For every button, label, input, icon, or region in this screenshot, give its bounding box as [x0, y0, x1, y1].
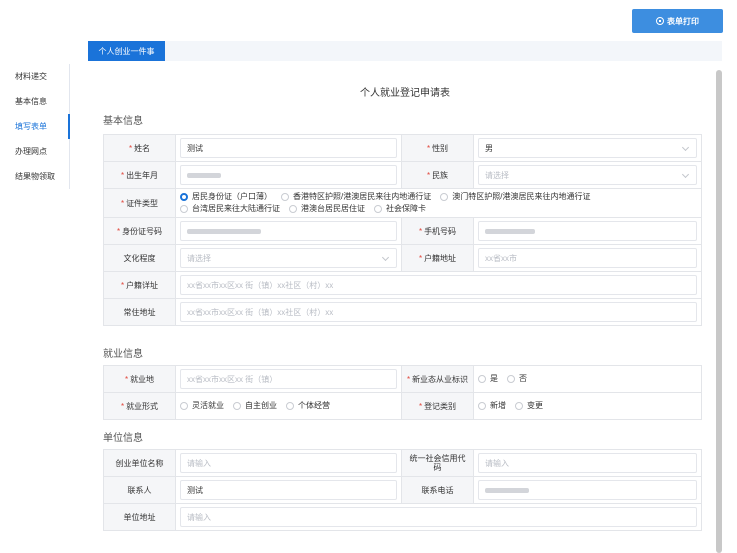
sidebar-item-result-pickup[interactable]: 结果物领取	[0, 164, 70, 189]
label-contact-phone: 联系电话	[421, 485, 454, 495]
radio-change[interactable]: 变更	[515, 400, 543, 412]
print-form-label: 表单打印	[667, 16, 699, 26]
tab-personal-startup[interactable]: 个人创业一件事	[88, 41, 165, 61]
label-unit-name: 创业单位名称	[115, 458, 164, 468]
print-icon	[656, 17, 664, 25]
reg-type-radio-group: 新增 变更	[478, 400, 697, 412]
label-household-detail: 户籍详址	[126, 280, 159, 290]
print-form-button[interactable]: 表单打印	[632, 9, 723, 33]
radio-id-social-card[interactable]: 社会保障卡	[374, 203, 426, 215]
credit-code-input[interactable]: 请输入	[478, 453, 697, 473]
household-addr-input[interactable]: xx省xx市	[478, 248, 697, 268]
gender-select[interactable]: 男	[478, 138, 697, 158]
label-work-place: 就业地	[130, 374, 155, 384]
label-residence: 常住地址	[123, 307, 156, 317]
label-phone: 手机号码	[424, 226, 457, 236]
education-select[interactable]: 请选择	[180, 248, 397, 268]
sidebar-item-service-points[interactable]: 办理网点	[0, 139, 70, 164]
radio-id-residence-permit[interactable]: 港澳台居民居住证	[289, 203, 365, 215]
radio-new[interactable]: 新增	[478, 400, 506, 412]
chevron-down-icon	[681, 143, 690, 152]
household-detail-input[interactable]: xx省xx市xx区xx 街（镇）xx社区（村）xx	[180, 275, 697, 295]
label-name: 姓名	[134, 143, 151, 153]
tab-bar	[88, 41, 722, 61]
name-input[interactable]: 测试	[180, 138, 397, 158]
redacted-birth	[187, 172, 221, 178]
radio-no[interactable]: 否	[507, 373, 527, 385]
label-birth: 出生年月	[126, 170, 159, 180]
radio-id-taiwan[interactable]: 台湾居民来往大陆通行证	[180, 203, 280, 215]
redacted-contact-phone	[485, 487, 529, 493]
education-placeholder: 请选择	[187, 253, 211, 263]
gender-value: 男	[485, 143, 493, 153]
ethnicity-placeholder: 请选择	[485, 170, 509, 180]
ethnicity-select[interactable]: 请选择	[478, 165, 697, 185]
section-employment-info: 就业信息	[103, 349, 143, 360]
label-id-number: 身份证号码	[122, 226, 163, 236]
sidebar-item-material[interactable]: 材料递交	[0, 64, 70, 89]
label-reg-type: 登记类别	[424, 401, 457, 411]
sidebar: 材料递交 基本信息 填写表单 办理网点 结果物领取	[0, 64, 70, 189]
radio-flexible[interactable]: 灵活就业	[180, 400, 224, 412]
contact-phone-input[interactable]	[478, 480, 697, 500]
label-gender: 性别	[432, 143, 449, 153]
radio-individual[interactable]: 个体经营	[286, 400, 330, 412]
contact-input[interactable]: 测试	[180, 480, 397, 500]
id-number-input[interactable]	[180, 221, 397, 241]
radio-id-resident[interactable]: 居民身份证（户口薄）	[180, 191, 272, 203]
phone-input[interactable]	[478, 221, 697, 241]
sidebar-item-basic-info[interactable]: 基本信息	[0, 89, 70, 114]
section-basic-info: 基本信息	[103, 116, 143, 127]
form-title: 个人就业登记申请表	[360, 88, 450, 99]
unit-info-table: 创业单位名称 请输入 统一社会信用代码 请输入 联系人 测试 联系电话 单位地址…	[103, 449, 702, 531]
section-unit-info: 单位信息	[103, 433, 143, 444]
birth-input[interactable]	[180, 165, 397, 185]
id-type-radio-group: 居民身份证（户口薄） 香港特区护照/港澳居民来往内地通行证 澳门特区护照/港澳居…	[180, 191, 697, 215]
unit-addr-input[interactable]: 请输入	[180, 507, 697, 527]
label-id-type: 证件类型	[126, 198, 159, 208]
scrollbar[interactable]	[716, 70, 722, 553]
label-ethnicity: 民族	[432, 170, 449, 180]
employment-info-table: * 就业地 xx省xx市xx区xx 街（镇） * 新业态从业标识 是 否 * 就业形式…	[103, 365, 702, 420]
unit-name-input[interactable]: 请输入	[180, 453, 397, 473]
redacted-id-number	[187, 228, 261, 234]
chevron-down-icon	[381, 253, 390, 262]
redacted-phone	[485, 228, 535, 234]
label-new-form-flag: 新业态从业标识	[412, 374, 469, 384]
radio-self-startup[interactable]: 自主创业	[233, 400, 277, 412]
sidebar-item-fill-form[interactable]: 填写表单	[0, 114, 70, 139]
chevron-down-icon	[681, 170, 690, 179]
work-form-radio-group: 灵活就业 自主创业 个体经营	[180, 400, 397, 412]
label-work-form: 就业形式	[126, 401, 159, 411]
work-place-input[interactable]: xx省xx市xx区xx 街（镇）	[180, 369, 397, 389]
label-unit-addr: 单位地址	[123, 512, 156, 522]
label-household-addr: 户籍地址	[424, 253, 457, 263]
radio-yes[interactable]: 是	[478, 373, 498, 385]
residence-input[interactable]: xx省xx市xx区xx 街（镇）xx社区（村）xx	[180, 302, 697, 322]
basic-info-table: * 姓名 测试 * 性别 男 * 出生年月 * 民族 请选择 * 证件类型 居民身份证（户…	[103, 134, 702, 326]
label-credit-code: 统一社会信用代码	[409, 454, 466, 472]
label-education: 文化程度	[123, 253, 156, 263]
radio-id-hk[interactable]: 香港特区护照/港澳居民来往内地通行证	[281, 191, 431, 203]
radio-id-macau[interactable]: 澳门特区护照/港澳居民来往内地通行证	[440, 191, 590, 203]
new-form-radio-group: 是 否	[478, 373, 697, 385]
label-contact: 联系人	[127, 485, 152, 495]
